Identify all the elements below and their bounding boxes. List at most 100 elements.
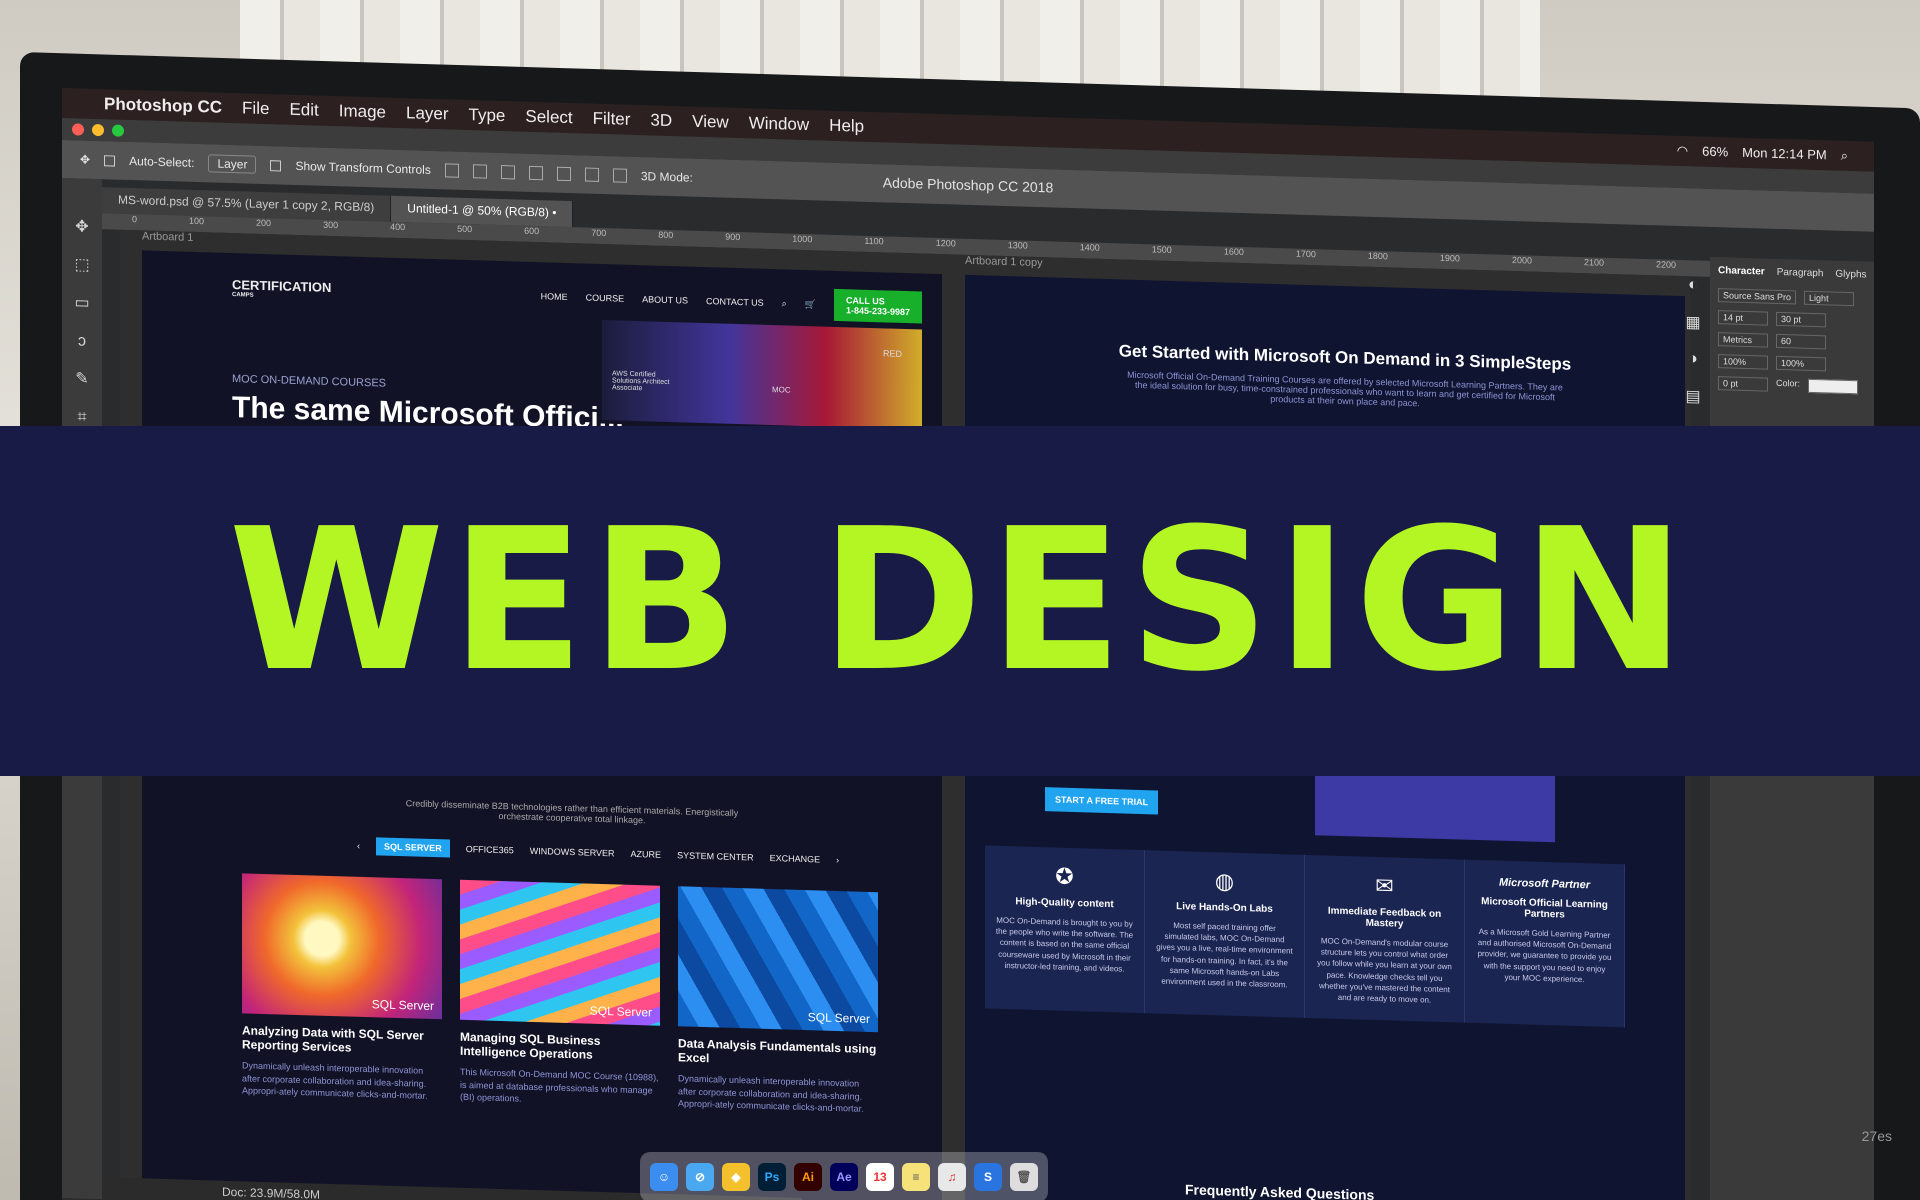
feature-title: High-Quality content [1015,896,1114,911]
course-title[interactable]: Managing SQL Business Intelligence Opera… [460,1030,660,1064]
ruler-tick: 900 [725,231,741,243]
tab-glyphs[interactable]: Glyphs [1835,269,1866,281]
clock[interactable]: Mon 12:14 PM [1742,145,1827,164]
adjustments-panel-icon[interactable]: ◑ [1688,350,1698,368]
course-description: Dynamically unleash interoperable innova… [678,1073,864,1114]
photoshop-icon[interactable]: Ps [758,1163,786,1191]
filter-windows-server[interactable]: WINDOWS SERVER [530,846,615,859]
course-title[interactable]: Data Analysis Fundamentals using Excel [678,1036,878,1070]
swatches-panel-icon[interactable]: ▦ [1685,312,1700,332]
prev-arrow-icon[interactable]: ‹ [357,841,360,851]
search-icon[interactable]: ⌕ [782,298,787,309]
menu-edit[interactable]: Edit [289,100,318,121]
baseline-row: 0 pt Color: [1710,372,1874,399]
menu-image[interactable]: Image [339,101,386,122]
nav-home[interactable]: HOME [541,291,568,302]
after-effects-icon[interactable]: Ae [830,1163,858,1191]
artboard-1-label[interactable]: Artboard 1 [142,230,193,244]
sql-server-tag: SQL Server [589,1003,652,1020]
call-us-button[interactable]: CALL US 1-845-233-9987 [833,288,922,324]
nav-course[interactable]: COURSE [586,293,625,304]
app-menu[interactable]: Photoshop CC [104,94,222,118]
safari-icon[interactable]: ⊘ [686,1163,714,1191]
marquee-icon[interactable]: ▭ [71,292,93,315]
ruler-tick: 1500 [1151,244,1172,255]
artboard-2-label[interactable]: Artboard 1 copy [965,255,1043,269]
filter-azure[interactable]: AZURE [631,849,662,860]
filter-system-center[interactable]: SYSTEM CENTER [677,850,754,862]
menu-help[interactable]: Help [829,116,864,137]
music-icon[interactable]: ♫ [938,1163,966,1191]
menu-window[interactable]: Window [749,113,809,135]
zoom-window-icon[interactable] [112,124,124,137]
free-trial-button[interactable]: START A FREE TRIAL [1045,787,1159,815]
properties-panel-icon[interactable]: ▤ [1685,386,1700,406]
battery-percent[interactable]: 66% [1702,144,1728,161]
ruler-tick: 0 [132,214,138,225]
filter-office365[interactable]: OFFICE365 [466,844,514,855]
menu-view[interactable]: View [692,112,729,133]
ruler-tick: 500 [457,223,473,235]
course-thumbnail: SQL Server [460,879,660,1026]
menu-file[interactable]: File [242,98,269,119]
move-icon[interactable]: ✥ [71,216,93,239]
course-card[interactable]: SQL Server Data Analysis Fundamentals us… [678,886,878,1116]
ruler-tick: 1900 [1439,252,1460,264]
finder-icon[interactable]: ☺ [650,1163,678,1191]
course-card[interactable]: SQL Server Analyzing Data with SQL Serve… [242,873,442,1103]
filter-sql-server[interactable]: SQL SERVER [376,837,450,858]
minimize-window-icon[interactable] [92,123,104,137]
ruler-tick: 2200 [1656,259,1677,270]
lasso-icon[interactable]: ↄ [71,330,93,353]
ruler-tick: 400 [390,221,406,233]
trash-icon[interactable]: 🗑 [1010,1163,1038,1191]
feature-item: ✪ High-Quality content MOC On-Demand is … [985,845,1145,1014]
calendar-icon[interactable]: 13 [866,1163,894,1191]
ruler-tick: 1000 [792,233,813,245]
ruler-tick: 1200 [935,237,956,249]
menu-type[interactable]: Type [469,105,506,126]
font-size-field[interactable]: 14 pt [1718,310,1768,326]
quick-select-icon[interactable]: ✎ [71,368,93,391]
spotlight-icon[interactable]: ⌕ [1841,148,1848,164]
leading-field[interactable]: 30 pt [1776,311,1826,328]
nav-contact[interactable]: CONTACT US [706,296,764,308]
ruler-tick: 100 [189,215,205,227]
vertical-scale-field[interactable]: 100% [1718,354,1768,370]
ruler-tick: 600 [524,225,540,237]
color-label: Color: [1776,377,1801,389]
tab-character[interactable]: Character [1718,265,1765,277]
color-swatch[interactable] [1808,378,1859,395]
menu-select[interactable]: Select [525,107,572,128]
course-tiles-collage: AWS Certified Solutions Architect Associ… [602,320,922,430]
kerning-field[interactable]: Metrics [1718,332,1768,348]
font-style-select[interactable]: Light [1804,290,1855,307]
nav-about[interactable]: ABOUT US [642,294,688,305]
wifi-icon[interactable]: ◠ [1677,143,1688,159]
ruler-tick: 1400 [1079,242,1100,253]
skype-icon[interactable]: S [974,1163,1002,1191]
artboard-icon[interactable]: ⬚ [71,254,93,277]
course-card[interactable]: SQL Server Managing SQL Business Intelli… [460,879,660,1110]
sketch-icon[interactable]: ◆ [722,1163,750,1191]
baseline-field[interactable]: 0 pt [1718,376,1768,392]
hero-kicker: MOC ON-DEMAND COURSES [232,373,387,390]
filter-exchange[interactable]: EXCHANGE [770,853,821,864]
notes-icon[interactable]: ≡ [902,1163,930,1191]
tab-paragraph[interactable]: Paragraph [1777,267,1824,279]
cart-icon[interactable]: 🛒 [805,299,816,310]
illustrator-icon[interactable]: Ai [794,1163,822,1191]
tracking-field[interactable]: 60 [1776,333,1826,350]
font-family-select[interactable]: Source Sans Pro [1718,288,1797,305]
ruler-tick: 1300 [1007,240,1028,251]
color-panel-icon[interactable]: ◐ [1688,276,1698,294]
close-window-icon[interactable] [72,123,84,136]
horizontal-scale-field[interactable]: 100% [1776,355,1826,372]
feature-description: MOC On-Demand is brought to you by the p… [995,915,1134,974]
next-arrow-icon[interactable]: › [836,855,839,865]
course-title[interactable]: Analyzing Data with SQL Server Reporting… [242,1023,442,1057]
course-cards: SQL Server Analyzing Data with SQL Serve… [242,873,882,1116]
menu-layer[interactable]: Layer [406,103,449,124]
menu-3d[interactable]: 3D [650,110,672,131]
menu-filter[interactable]: Filter [593,109,631,130]
